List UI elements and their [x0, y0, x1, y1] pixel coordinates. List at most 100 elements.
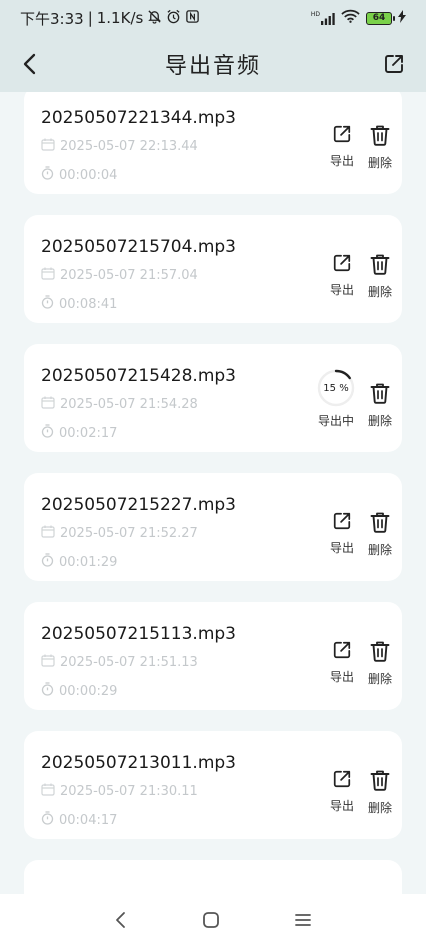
recording-filename: 20250507215428.mp3: [41, 366, 236, 386]
recording-duration: 00:01:29: [41, 553, 117, 571]
recording-duration-text: 00:04:17: [59, 812, 118, 828]
recording-filename: 20250507215227.mp3: [41, 495, 236, 515]
recording-date: 2025-05-07 21:54.28: [41, 396, 198, 413]
trash-icon: [370, 382, 390, 408]
wifi-icon: [341, 9, 360, 27]
signal-icon: HD: [311, 11, 335, 25]
recording-date-text: 2025-05-07 22:13.44: [60, 139, 198, 154]
timer-icon: [41, 166, 54, 184]
recording-date: 2025-05-07 21:30.11: [41, 783, 198, 800]
delete-button[interactable]: 删除: [365, 124, 395, 171]
recording-filename: 20250507215704.mp3: [41, 237, 236, 257]
export-button[interactable]: 导出: [327, 640, 357, 685]
export-button[interactable]: 导出: [327, 124, 357, 169]
delete-button[interactable]: 删除: [365, 640, 395, 687]
export-icon: [332, 253, 352, 277]
recording-card-peek: [24, 860, 402, 894]
recording-duration: 00:02:17: [41, 424, 117, 442]
delete-button[interactable]: 删除: [365, 382, 395, 429]
timer-icon: [41, 811, 54, 829]
timer-icon: [41, 295, 54, 313]
recording-card: 20250507215227.mp3 2025-05-07 21:52.27 00:…: [24, 473, 402, 581]
recording-duration: 00:04:17: [41, 811, 117, 829]
export-icon: [332, 769, 352, 793]
nav-home-button[interactable]: [199, 908, 223, 932]
timer-icon: [41, 553, 54, 571]
nav-menu-button[interactable]: [291, 908, 315, 932]
recording-date-text: 2025-05-07 21:30.11: [60, 784, 198, 799]
recording-date-text: 2025-05-07 21:51.13: [60, 655, 198, 670]
recording-card: 20250507215428.mp3 2025-05-07 21:54.28 00:…: [24, 344, 402, 452]
export-label: 导出: [329, 670, 354, 684]
delete-label: 删除: [367, 156, 392, 170]
trash-icon: [370, 511, 390, 537]
export-label: 导出: [329, 283, 354, 297]
delete-label: 删除: [367, 414, 392, 428]
nav-back-button[interactable]: [108, 908, 132, 932]
export-progress: 15 % 导出中: [314, 368, 358, 429]
calendar-icon: [41, 138, 55, 155]
export-icon: [332, 124, 352, 148]
progress-text: 15 %: [323, 382, 349, 394]
recording-card: 20250507215704.mp3 2025-05-07 21:57.04 00:…: [24, 215, 402, 323]
progress-ring: 15 %: [316, 368, 356, 408]
trash-icon: [370, 124, 390, 150]
recording-date: 2025-05-07 21:51.13: [41, 654, 198, 671]
export-label: 导出: [329, 541, 354, 555]
export-label: 导出: [329, 154, 354, 168]
status-time: 下午3:33: [20, 9, 84, 28]
recording-filename: 20250507213011.mp3: [41, 753, 236, 773]
status-bar: 下午3:33 | 1.1K/s HD 64: [0, 0, 426, 36]
share-all-button[interactable]: [378, 48, 410, 80]
recording-duration-text: 00:02:17: [59, 425, 118, 441]
delete-label: 删除: [367, 285, 392, 299]
trash-icon: [370, 769, 390, 795]
recording-card: 20250507221344.mp3 2025-05-07 22:13.44 00:…: [24, 92, 402, 194]
delete-label: 删除: [367, 543, 392, 557]
trash-icon: [370, 253, 390, 279]
app-header: 导出音频: [0, 36, 426, 92]
export-icon: [332, 511, 352, 535]
chevron-left-icon: [23, 53, 36, 75]
export-button[interactable]: 导出: [327, 511, 357, 556]
delete-button[interactable]: 删除: [365, 253, 395, 300]
battery-icon: 64: [366, 11, 395, 25]
system-nav-bar: [0, 894, 426, 946]
recording-date-text: 2025-05-07 21:54.28: [60, 397, 198, 412]
status-right: HD 64: [311, 9, 406, 27]
calendar-icon: [41, 525, 55, 542]
export-label: 导出: [329, 799, 354, 813]
network-type-label: HD: [310, 11, 320, 18]
recording-duration-text: 00:01:29: [59, 554, 118, 570]
recording-duration: 00:08:41: [41, 295, 117, 313]
nav-back-icon: [116, 912, 125, 928]
recording-date-text: 2025-05-07 21:52.27: [60, 526, 198, 541]
recording-duration: 00:00:29: [41, 682, 117, 700]
timer-icon: [41, 424, 54, 442]
alarm-icon: [166, 9, 181, 28]
battery-level: 64: [372, 13, 386, 23]
delete-label: 删除: [367, 801, 392, 815]
recording-list[interactable]: 20250507221344.mp3 2025-05-07 22:13.44 00:…: [0, 92, 426, 894]
delete-button[interactable]: 删除: [365, 511, 395, 558]
recording-filename: 20250507215113.mp3: [41, 624, 236, 644]
recording-duration-text: 00:08:41: [59, 296, 118, 312]
recording-card: 20250507213011.mp3 2025-05-07 21:30.11 00:…: [24, 731, 402, 839]
recording-date: 2025-05-07 21:52.27: [41, 525, 198, 542]
timer-icon: [41, 682, 54, 700]
export-button[interactable]: 导出: [327, 253, 357, 298]
recording-card: 20250507215113.mp3 2025-05-07 21:51.13 00:…: [24, 602, 402, 710]
recording-date: 2025-05-07 22:13.44: [41, 138, 198, 155]
recording-duration-text: 00:00:04: [59, 167, 118, 183]
back-button[interactable]: [14, 48, 46, 80]
delete-label: 删除: [367, 672, 392, 686]
status-network-speed: 1.1K/s: [96, 9, 144, 27]
export-icon: [332, 640, 352, 664]
status-left: 下午3:33 | 1.1K/s: [20, 8, 200, 29]
recording-duration: 00:00:04: [41, 166, 117, 184]
exporting-label: 导出中: [317, 414, 354, 428]
calendar-icon: [41, 654, 55, 671]
delete-button[interactable]: 删除: [365, 769, 395, 816]
nfc-icon: [185, 9, 200, 28]
export-button[interactable]: 导出: [327, 769, 357, 814]
